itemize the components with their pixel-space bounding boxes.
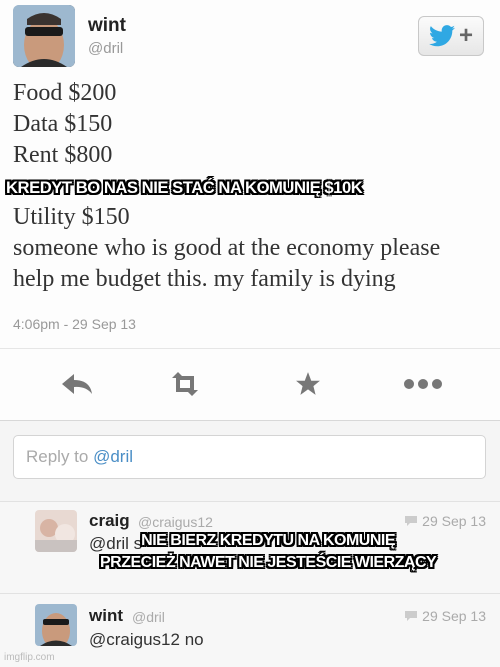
reply-user-name[interactable]: craig <box>89 511 130 531</box>
avatar[interactable] <box>13 5 75 67</box>
meme-caption-top: KREDYT BO NAS NIE STAĆ NA KOMUNIĘ $10K <box>6 178 363 197</box>
favorite-star-icon[interactable] <box>288 366 328 402</box>
tweet-line: someone who is good at the economy pleas… <box>13 235 441 261</box>
twitter-bird-icon <box>428 25 455 47</box>
tweet-timestamp[interactable]: 4:06pm - 29 Sep 13 <box>13 316 136 332</box>
reply-text: @craigus12 no <box>89 630 204 649</box>
reply-user-handle[interactable]: @craigus12 <box>138 514 213 530</box>
tweet-line: Rent $800 <box>13 142 113 168</box>
reply-user-handle[interactable]: @dril <box>132 609 165 625</box>
reply-input[interactable]: Reply to @dril <box>13 435 486 479</box>
reply-area: Reply to @dril <box>0 421 500 501</box>
reply-prefix: Reply to <box>26 447 94 466</box>
tweet-line: Data $150 <box>13 111 113 137</box>
reply-date-text: 29 Sep 13 <box>422 608 486 624</box>
user-handle[interactable]: @dril <box>88 40 123 57</box>
speech-bubble-icon <box>405 611 418 621</box>
avatar[interactable] <box>35 510 77 552</box>
plus-icon: + <box>458 22 473 49</box>
reply-date: 29 Sep 13 <box>404 608 486 624</box>
retweet-icon[interactable] <box>165 366 205 402</box>
speech-bubble-icon <box>405 516 418 526</box>
reply-date-text: 29 Sep 13 <box>422 513 486 529</box>
meme-caption-bottom-line: PRZECIEŻ NAWET NIE JESTEŚCIE WIERZĄCY <box>100 554 437 571</box>
reply-icon[interactable] <box>57 366 97 402</box>
user-name[interactable]: wint <box>88 15 126 37</box>
divider <box>0 348 500 349</box>
more-options-icon[interactable] <box>403 366 443 402</box>
tweet-actions <box>0 356 500 412</box>
follow-button[interactable]: + <box>418 16 484 56</box>
tweet-line: help me budget this. my family is dying <box>13 266 396 292</box>
watermark: imgflip.com <box>4 652 55 663</box>
tweet-line: Food $200 <box>13 80 117 106</box>
avatar[interactable] <box>35 604 77 646</box>
avatar-image <box>13 5 75 67</box>
reply-user-name[interactable]: wint <box>89 606 123 626</box>
reply-date: 29 Sep 13 <box>404 513 486 529</box>
reply-tweet[interactable]: wint @dril 29 Sep 13 @craigus12 no <box>0 593 500 667</box>
meme-caption-bottom: NIE BIERZ KREDYTU NA KOMUNIĘ PRZECIEŻ NA… <box>100 530 437 574</box>
tweet-line: Utility $150 <box>13 204 130 230</box>
meme-caption-bottom-line: NIE BIERZ KREDYTU NA KOMUNIĘ <box>141 532 396 549</box>
reply-mention: @dril <box>93 447 134 466</box>
tweet-card: wint @dril + Food $200 Data $150 Rent $8… <box>0 0 500 420</box>
